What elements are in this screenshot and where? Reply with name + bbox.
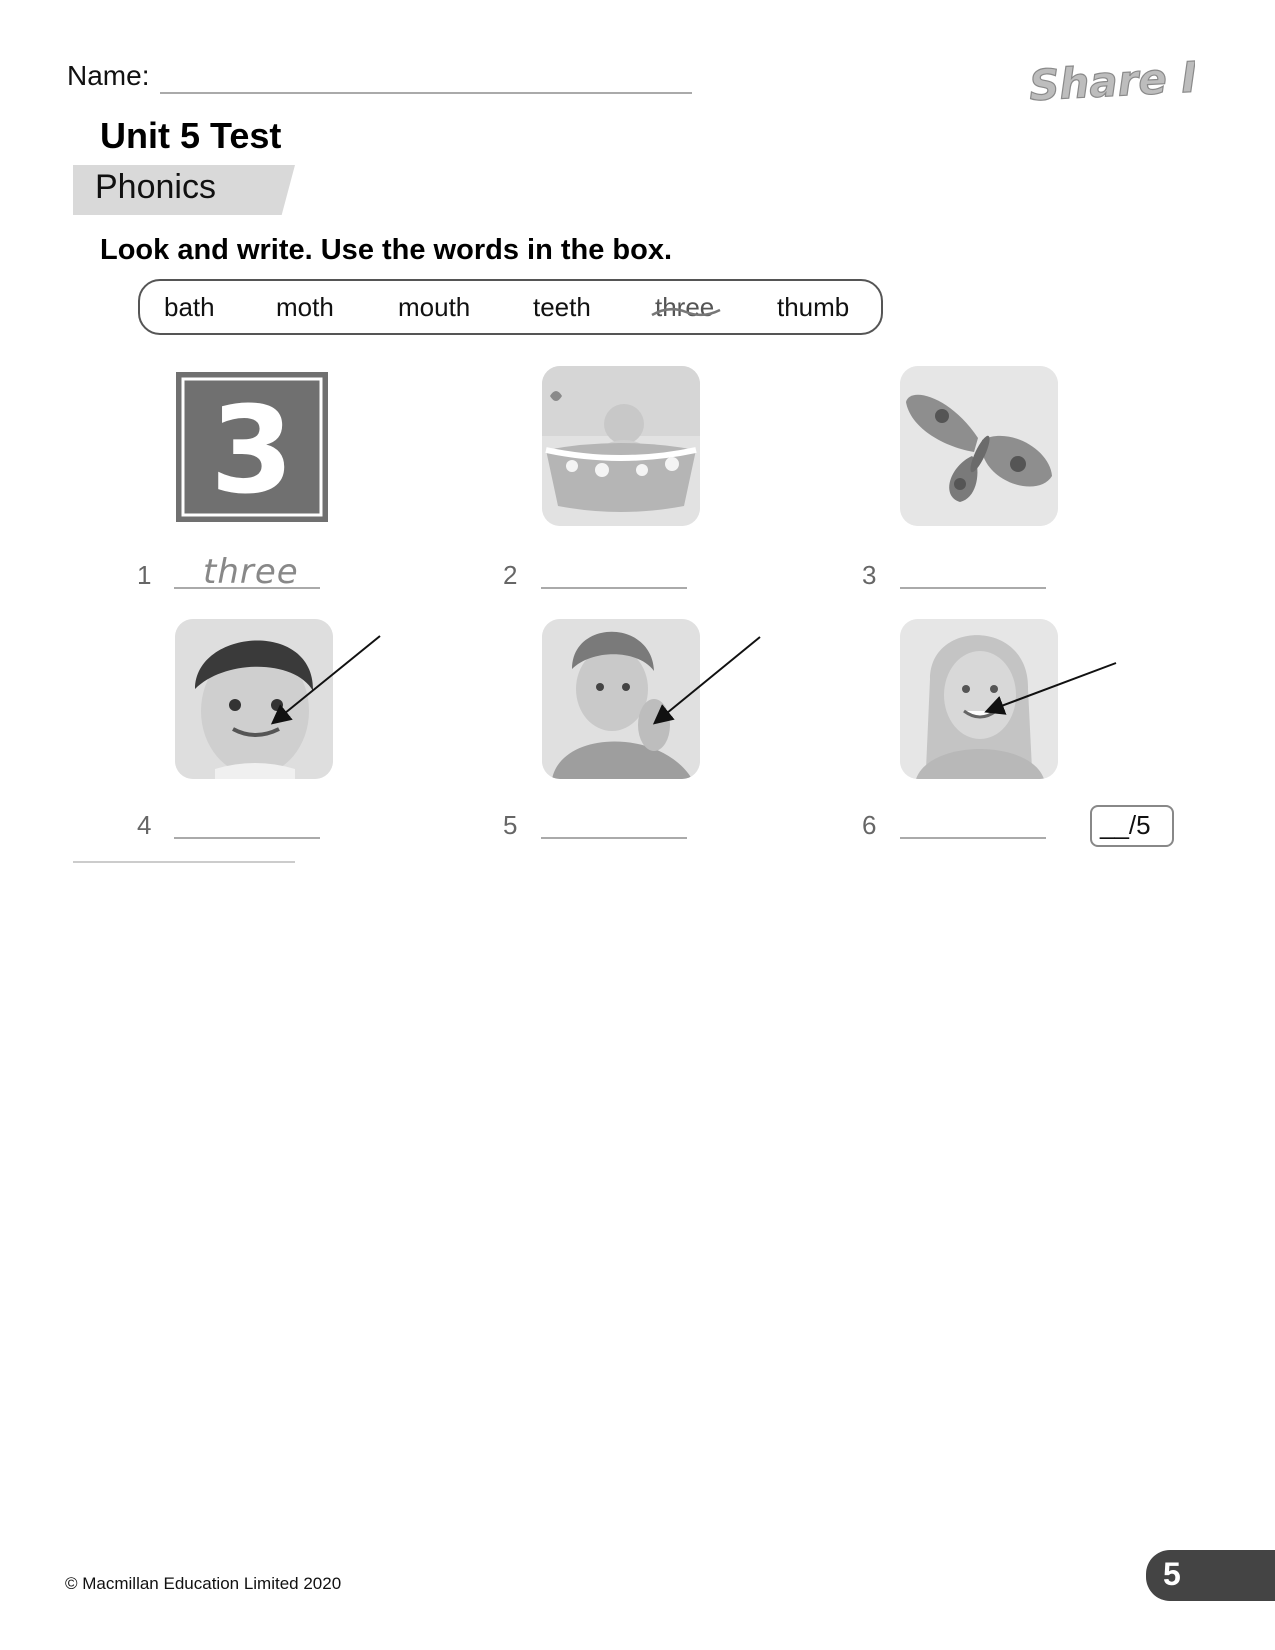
sample-answer: three bbox=[203, 552, 299, 592]
item-number: 2 bbox=[503, 560, 518, 590]
section-label: Phonics bbox=[95, 168, 216, 206]
word-moth: moth bbox=[276, 292, 334, 322]
answer-field[interactable] bbox=[541, 587, 687, 589]
item-number: 4 bbox=[137, 810, 152, 840]
strikethrough-mark bbox=[651, 308, 721, 317]
word-bath: bath bbox=[164, 292, 215, 322]
item-number: 1 bbox=[137, 560, 152, 590]
section-divider bbox=[73, 861, 295, 863]
moth-picture bbox=[900, 366, 1058, 526]
share-it-logo: Share It! bbox=[1025, 50, 1238, 111]
score-text: __/5 bbox=[1100, 810, 1151, 840]
item-number: 3 bbox=[862, 560, 877, 590]
word-teeth: teeth bbox=[533, 292, 591, 322]
unit-title: Unit 5 Test bbox=[100, 115, 282, 156]
svg-text:3: 3 bbox=[210, 382, 294, 521]
answer-field[interactable] bbox=[900, 837, 1046, 839]
answer-field[interactable] bbox=[541, 837, 687, 839]
answer-field[interactable] bbox=[900, 587, 1046, 589]
instruction: Look and write. Use the words in the box… bbox=[100, 234, 673, 266]
answer-field[interactable] bbox=[174, 837, 320, 839]
item-number: 5 bbox=[503, 810, 518, 840]
baby-bath-picture bbox=[542, 366, 700, 526]
name-label: Name: bbox=[67, 60, 150, 91]
word-mouth: mouth bbox=[398, 292, 471, 322]
svg-text:Share It!: Share It! bbox=[1028, 50, 1195, 110]
page-number: 5 bbox=[1163, 1556, 1181, 1592]
number-three-picture: 3 bbox=[176, 372, 328, 522]
copyright: © Macmillan Education Limited 2020 bbox=[65, 1574, 342, 1593]
boy-thumb-picture bbox=[542, 619, 700, 779]
item-number: 6 bbox=[862, 810, 877, 840]
girl-teeth-picture bbox=[900, 619, 1058, 779]
boy-mouth-picture bbox=[175, 619, 333, 779]
name-field[interactable] bbox=[160, 92, 692, 94]
word-thumb: thumb bbox=[777, 292, 850, 322]
word-box bbox=[138, 279, 883, 335]
